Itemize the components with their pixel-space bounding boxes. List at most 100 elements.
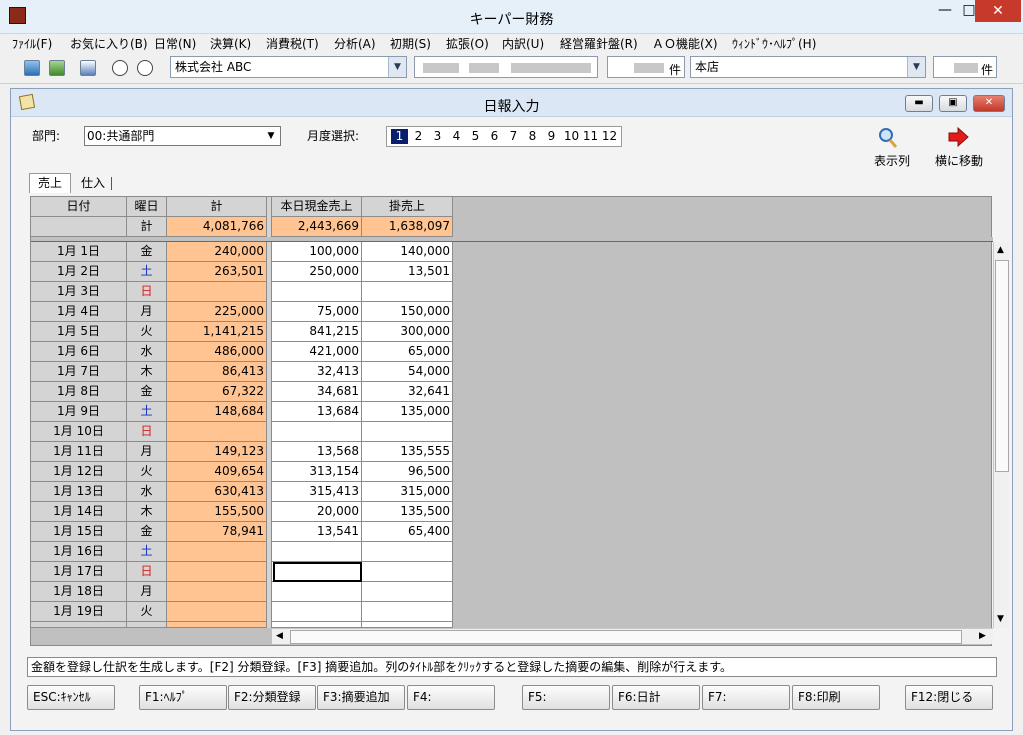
chevron-down-icon[interactable]: ▼ (388, 57, 406, 77)
cell-total[interactable]: 155,500 (167, 502, 267, 522)
zoom-out-icon[interactable] (137, 60, 153, 76)
cell-total[interactable] (167, 282, 267, 302)
cell-cash[interactable]: 75,000 (272, 302, 362, 322)
cell-cash[interactable]: 313,154 (272, 462, 362, 482)
cell-total[interactable]: 630,413 (167, 482, 267, 502)
cell-total[interactable]: 67,322 (167, 382, 267, 402)
cell-cash[interactable]: 13,684 (272, 402, 362, 422)
cell-cash[interactable] (272, 602, 362, 622)
tab-sales[interactable]: 売上 (29, 173, 71, 193)
cell-cash[interactable] (272, 542, 362, 562)
scroll-down-icon[interactable]: ▼ (997, 614, 1004, 624)
cell-total[interactable]: 86,413 (167, 362, 267, 382)
zoom-in-icon[interactable] (112, 60, 128, 76)
tab-purchase[interactable]: 仕入 (73, 175, 113, 193)
company-select[interactable]: 株式会社 ABC ▼ (170, 56, 407, 78)
f5-button[interactable]: F5: (522, 685, 610, 710)
month-7[interactable]: 7 (505, 129, 522, 144)
month-2[interactable]: 2 (410, 129, 427, 144)
cell-credit[interactable]: 13,501 (362, 262, 453, 282)
arrow-right-icon[interactable] (947, 127, 969, 147)
month-11[interactable]: 11 (581, 129, 600, 144)
window-maximize-button[interactable]: ▣ (939, 95, 967, 112)
cell-credit[interactable] (362, 602, 453, 622)
month-5[interactable]: 5 (467, 129, 484, 144)
cell-total[interactable] (167, 422, 267, 442)
menu-file[interactable]: ﾌｧｲﾙ(F) (12, 35, 52, 52)
show-columns-button[interactable]: 表示列 (868, 152, 916, 169)
chevron-down-icon[interactable]: ▼ (907, 57, 925, 77)
f6-daily-total-button[interactable]: F6:日計 (612, 685, 700, 710)
minimize-button[interactable]: — (932, 0, 958, 22)
month-10[interactable]: 10 (562, 129, 581, 144)
cell-total[interactable]: 78,941 (167, 522, 267, 542)
window-close-button[interactable]: ✕ (973, 95, 1005, 112)
month-8[interactable]: 8 (524, 129, 541, 144)
month-4[interactable]: 4 (448, 129, 465, 144)
cell-credit[interactable]: 135,500 (362, 502, 453, 522)
cell-credit[interactable] (362, 542, 453, 562)
cell-credit[interactable]: 140,000 (362, 242, 453, 262)
cell-credit[interactable] (362, 422, 453, 442)
cell-credit[interactable]: 65,000 (362, 342, 453, 362)
cell-credit[interactable]: 135,555 (362, 442, 453, 462)
menu-compass[interactable]: 経営羅針盤(R) (560, 35, 638, 52)
cell-credit[interactable]: 135,000 (362, 402, 453, 422)
cell-total[interactable]: 1,141,215 (167, 322, 267, 342)
col-header-cash[interactable]: 本日現金売上 (272, 197, 362, 217)
f12-close-button[interactable]: F12:閉じる (905, 685, 993, 710)
month-12[interactable]: 12 (600, 129, 619, 144)
cell-total[interactable]: 149,123 (167, 442, 267, 462)
f3-summary-button[interactable]: F3:摘要追加 (317, 685, 405, 710)
screen-icon[interactable] (80, 60, 96, 76)
f8-print-button[interactable]: F8:印刷 (792, 685, 880, 710)
refresh-icon[interactable] (49, 60, 65, 76)
cell-cash[interactable]: 315,413 (272, 482, 362, 502)
menu-ao-functions[interactable]: ＡＯ機能(X) (652, 35, 718, 52)
menu-analysis[interactable]: 分析(A) (334, 35, 376, 52)
close-button[interactable]: ✕ (975, 0, 1021, 22)
menu-window-help[interactable]: ｳｨﾝﾄﾞｳ･ﾍﾙﾌﾟ(H) (732, 35, 816, 52)
f7-button[interactable]: F7: (702, 685, 790, 710)
cell-credit[interactable]: 96,500 (362, 462, 453, 482)
scroll-up-icon[interactable]: ▲ (997, 245, 1004, 255)
f4-button[interactable]: F4: (407, 685, 495, 710)
cell-total[interactable]: 148,684 (167, 402, 267, 422)
month-6[interactable]: 6 (486, 129, 503, 144)
menu-closing[interactable]: 決算(K) (210, 35, 251, 52)
vertical-scroll-thumb[interactable] (995, 260, 1009, 472)
menu-consumption-tax[interactable]: 消費税(T) (266, 35, 319, 52)
month-1[interactable]: 1 (391, 129, 408, 144)
cell-cash[interactable]: 250,000 (272, 262, 362, 282)
active-cell-cursor[interactable] (273, 562, 362, 582)
cell-credit[interactable]: 150,000 (362, 302, 453, 322)
esc-cancel-button[interactable]: ESC:ｷｬﾝｾﾙ (27, 685, 115, 710)
branch-select[interactable]: 本店 ▼ (690, 56, 926, 78)
col-header-dow[interactable]: 曜日 (127, 197, 167, 217)
move-right-button[interactable]: 横に移動 (927, 152, 991, 169)
cell-credit[interactable] (362, 282, 453, 302)
dept-select[interactable]: 00:共通部門 ▼ (84, 126, 281, 146)
col-header-date[interactable]: 日付 (31, 197, 127, 217)
cell-total[interactable]: 263,501 (167, 262, 267, 282)
cell-cash[interactable]: 20,000 (272, 502, 362, 522)
cell-credit[interactable]: 65,400 (362, 522, 453, 542)
monitor-icon[interactable] (24, 60, 40, 76)
cell-cash[interactable]: 32,413 (272, 362, 362, 382)
cell-credit[interactable] (362, 582, 453, 602)
menu-breakdown[interactable]: 内訳(U) (502, 35, 544, 52)
cell-total[interactable] (167, 562, 267, 582)
magnifier-icon[interactable] (878, 127, 898, 149)
window-minimize-button[interactable]: ▬ (905, 95, 933, 112)
cell-cash[interactable]: 13,568 (272, 442, 362, 462)
cell-credit[interactable]: 54,000 (362, 362, 453, 382)
cell-total[interactable]: 486,000 (167, 342, 267, 362)
cell-cash[interactable]: 34,681 (272, 382, 362, 402)
cell-cash[interactable]: 100,000 (272, 242, 362, 262)
count-field[interactable]: 件 (607, 56, 685, 78)
cell-cash[interactable]: 13,541 (272, 522, 362, 542)
count2-field[interactable]: 件 (933, 56, 997, 78)
horizontal-scrollbar[interactable]: ◀ ▶ (272, 628, 993, 644)
f1-help-button[interactable]: F1:ﾍﾙﾌﾟ (139, 685, 227, 710)
cell-total[interactable] (167, 602, 267, 622)
